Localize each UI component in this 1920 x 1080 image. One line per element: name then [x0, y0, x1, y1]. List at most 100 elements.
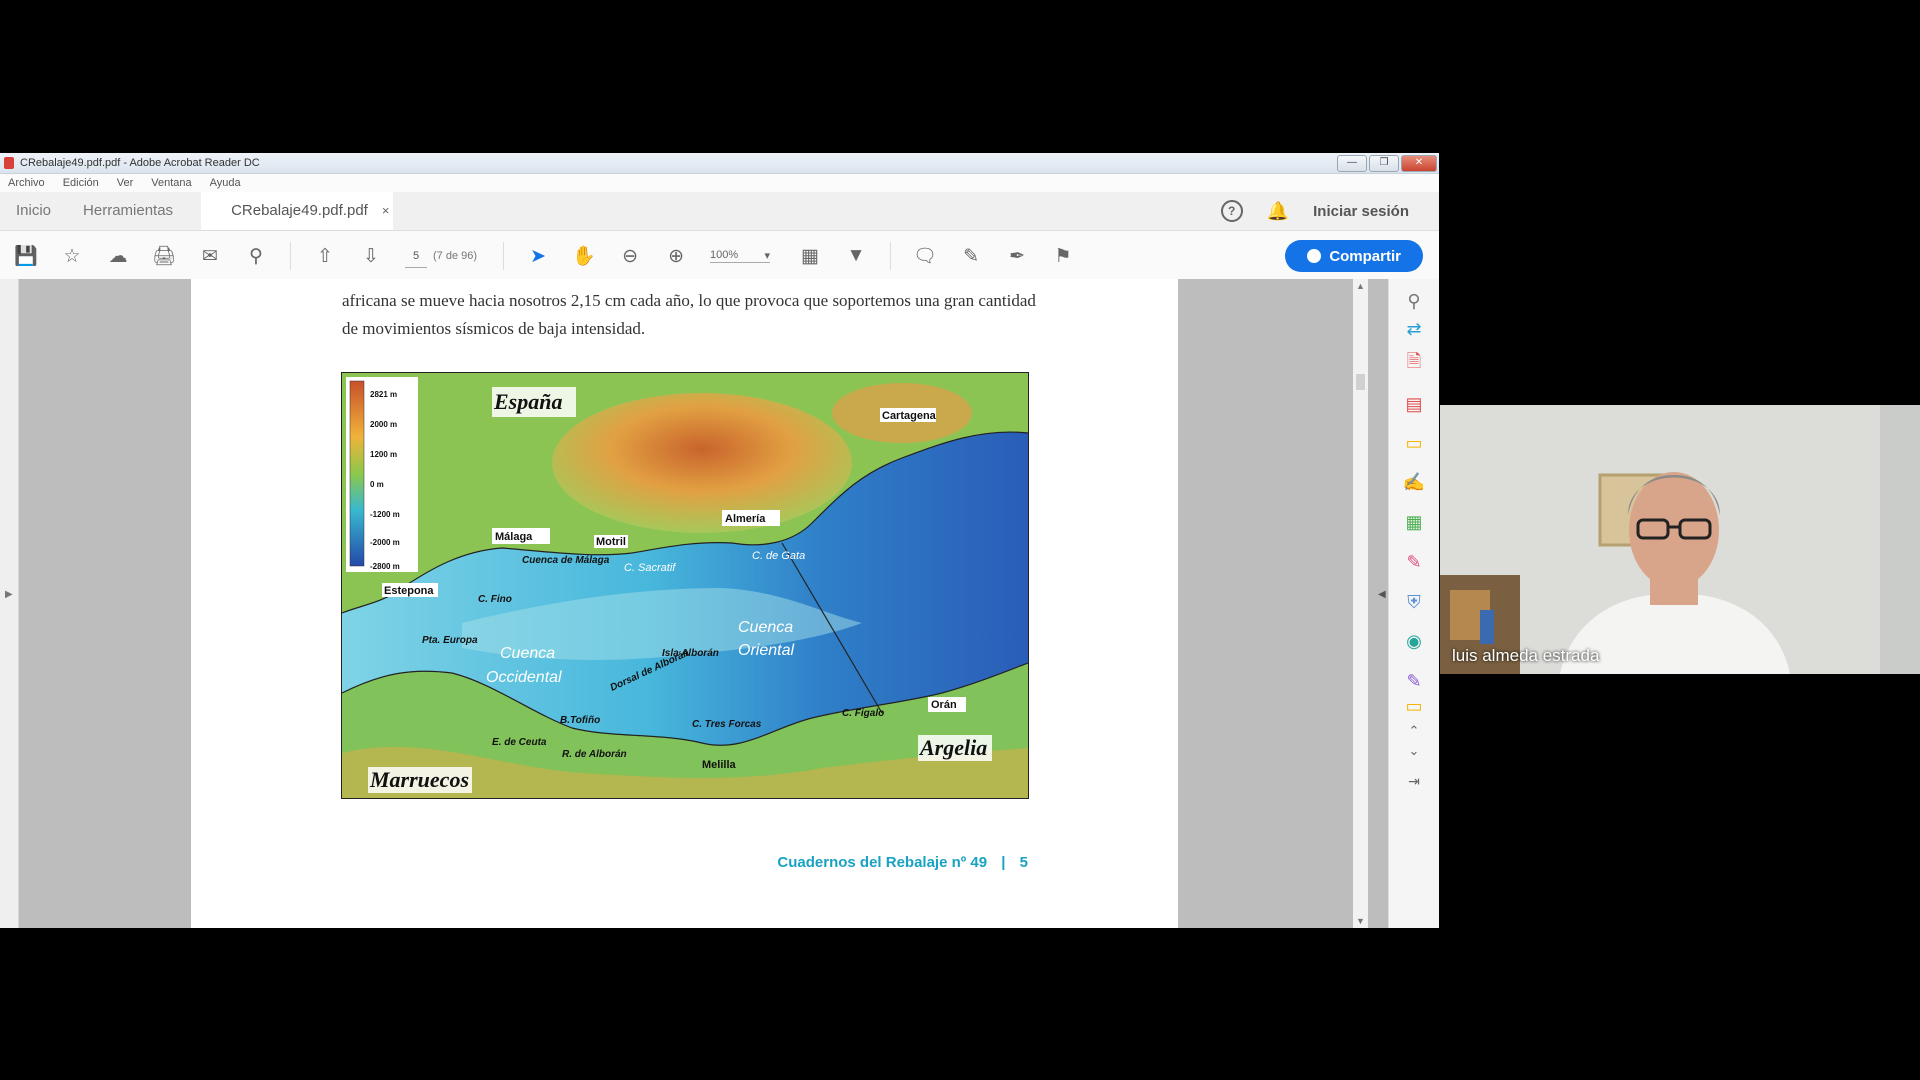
- person-face: [1629, 472, 1719, 588]
- left-panel-toggle[interactable]: ▶: [0, 279, 19, 928]
- print-icon[interactable]: 🖨: [152, 244, 176, 268]
- city-oran: Orán: [931, 699, 957, 711]
- toolbar-divider: [503, 242, 505, 270]
- page-footer: Cuadernos del Rebalaje nº 49 | 5: [777, 854, 1028, 871]
- tab-bar: Inicio Herramientas CRebalaje49.pdf.pdf …: [0, 192, 1439, 231]
- send-sign-icon[interactable]: ✎: [1402, 669, 1426, 693]
- search-zoom-icon[interactable]: ⚲: [1402, 289, 1426, 313]
- legend-tick: 0 m: [370, 480, 384, 489]
- comment-icon[interactable]: 🗨: [913, 244, 937, 268]
- close-window-button[interactable]: ✕: [1401, 154, 1437, 172]
- add-person-icon: [1307, 249, 1322, 263]
- hand-tool-icon[interactable]: ✋: [572, 244, 596, 268]
- sign-tool-icon[interactable]: ✎: [1402, 550, 1426, 574]
- organize-pages-icon[interactable]: ▤: [1402, 392, 1426, 416]
- help-icon[interactable]: ?: [1220, 200, 1243, 222]
- feature-c-figalo: C. Figalo: [842, 708, 884, 719]
- legend-tick: 2821 m: [370, 390, 397, 399]
- scroll-down-icon[interactable]: ▼: [1356, 916, 1365, 926]
- mail-icon[interactable]: ✉: [198, 244, 222, 268]
- bell-icon[interactable]: 🔔: [1267, 201, 1289, 222]
- participant-name: luis almeda estrada: [1452, 646, 1600, 665]
- sign-in-button[interactable]: Iniciar sesión: [1313, 203, 1409, 220]
- page-number-input[interactable]: 5: [405, 245, 427, 268]
- basin-west-line1: Cuenca: [500, 645, 555, 662]
- city-malaga: Málaga: [495, 531, 533, 543]
- highlight-pen-icon[interactable]: ✎: [959, 244, 983, 268]
- tab-inicio[interactable]: Inicio: [0, 192, 67, 230]
- menu-ayuda[interactable]: Ayuda: [210, 177, 241, 189]
- minimize-button[interactable]: —: [1337, 154, 1367, 172]
- feature-c-tres-forcas: C. Tres Forcas: [692, 719, 762, 730]
- menu-ventana[interactable]: Ventana: [151, 177, 191, 189]
- footer-title: Cuadernos del Rebalaje nº 49: [777, 854, 988, 871]
- fill-sign-icon[interactable]: ✍: [1402, 470, 1426, 494]
- tools-rail: ⚲ ⇄ 🗎 ▤ ▭ ✍ ▦ ✎ ⛨ ◉ ✎ ▭ ⌃ ⌄ ⇥: [1388, 279, 1439, 928]
- upload-cloud-icon[interactable]: ☁: [106, 244, 130, 268]
- page-count: (7 de 96): [433, 250, 478, 262]
- label-morocco: Marruecos: [369, 767, 469, 792]
- page-down-icon[interactable]: ⇩: [359, 244, 383, 268]
- convert-icon[interactable]: ⇄: [1402, 317, 1426, 341]
- tag-icon[interactable]: ⚑: [1051, 244, 1075, 268]
- scroll-up-icon[interactable]: ▲: [1356, 281, 1365, 291]
- menu-archivo[interactable]: Archivo: [8, 177, 45, 189]
- close-tab-icon[interactable]: ×: [382, 192, 390, 230]
- basin-east-line2: Oriental: [738, 642, 794, 659]
- toolbar-divider: [890, 242, 892, 270]
- vertical-scrollbar[interactable]: ▲ ▼: [1353, 279, 1368, 928]
- legend-tick: 2000 m: [370, 420, 397, 429]
- save-icon[interactable]: 💾: [14, 244, 38, 268]
- alboran-relief-map: 2821 m 2000 m 1200 m 0 m -1200 m -2000 m…: [341, 372, 1029, 799]
- basin-west-line2: Occidental: [486, 669, 562, 686]
- fit-page-icon[interactable]: ▦: [798, 244, 822, 268]
- toolbar-divider: [290, 242, 291, 270]
- protect-shield-icon[interactable]: ⛨: [1402, 590, 1426, 614]
- scrollbar-thumb[interactable]: [1356, 374, 1365, 390]
- legend-color-bar: [349, 380, 365, 567]
- zoom-value: 100%: [710, 249, 739, 261]
- chevron-down-icon[interactable]: ⌄: [1402, 739, 1426, 763]
- share-button[interactable]: Compartir: [1285, 240, 1423, 272]
- document-workarea: ▶ africana se mueve hacia nosotros 2,15 …: [0, 279, 1439, 928]
- zoom-select[interactable]: 100% ▾: [710, 249, 771, 263]
- scroll-mode-icon[interactable]: ▼: [844, 244, 868, 268]
- pdf-page: africana se mueve hacia nosotros 2,15 cm…: [191, 279, 1178, 928]
- collapse-rail-icon[interactable]: ⇥: [1402, 769, 1426, 793]
- menu-edicion[interactable]: Edición: [63, 177, 99, 189]
- tab-herramientas[interactable]: Herramientas: [67, 192, 189, 230]
- acrobat-app-icon: [4, 157, 14, 169]
- acrobat-window: CRebalaje49.pdf.pdf - Adobe Acrobat Read…: [0, 153, 1439, 928]
- tab-document-label: CRebalaje49.pdf.pdf: [231, 202, 368, 219]
- more-tool-icon[interactable]: ▭: [1402, 699, 1426, 713]
- label-algeria: Argelia: [918, 735, 987, 760]
- menu-ver[interactable]: Ver: [117, 177, 134, 189]
- sierra-nevada-relief: [552, 393, 852, 533]
- sign-icon[interactable]: ✒: [1005, 244, 1029, 268]
- export-pdf-icon[interactable]: 🗎: [1402, 351, 1426, 376]
- city-cartagena: Cartagena: [882, 410, 937, 422]
- collapse-right-icon: ◀: [1378, 589, 1386, 600]
- search-icon[interactable]: ⚲: [244, 244, 268, 268]
- city-almeria: Almería: [725, 513, 766, 525]
- maximize-button[interactable]: ❐: [1369, 154, 1399, 172]
- city-motril: Motril: [596, 536, 626, 548]
- title-bar: CRebalaje49.pdf.pdf - Adobe Acrobat Read…: [0, 153, 1439, 174]
- legend-tick: 1200 m: [370, 450, 397, 459]
- accessibility-icon[interactable]: ◉: [1402, 629, 1426, 653]
- basin-east-line1: Cuenca: [738, 619, 793, 636]
- legend-tick: -1200 m: [370, 510, 400, 519]
- toolbar: 💾 ☆ ☁ 🖨 ✉ ⚲ ⇧ ⇩ 5 (7 de 96) ➤ ✋ ⊖ ⊕ 100%…: [0, 231, 1439, 282]
- edit-pdf-icon[interactable]: ▦: [1402, 510, 1426, 534]
- comment-tool-icon[interactable]: ▭: [1402, 431, 1426, 455]
- star-icon[interactable]: ☆: [60, 244, 84, 268]
- zoom-out-icon[interactable]: ⊖: [618, 244, 642, 268]
- right-panel-toggle[interactable]: ◀: [1368, 279, 1388, 928]
- page-up-icon[interactable]: ⇧: [313, 244, 337, 268]
- feature-c-sacratif: C. Sacratif: [624, 562, 676, 574]
- tab-document[interactable]: CRebalaje49.pdf.pdf ×: [201, 192, 394, 230]
- feature-pta-europa: Pta. Europa: [422, 635, 478, 646]
- zoom-in-icon[interactable]: ⊕: [664, 244, 688, 268]
- footer-page-number: 5: [1019, 854, 1028, 871]
- select-cursor-icon[interactable]: ➤: [526, 244, 550, 268]
